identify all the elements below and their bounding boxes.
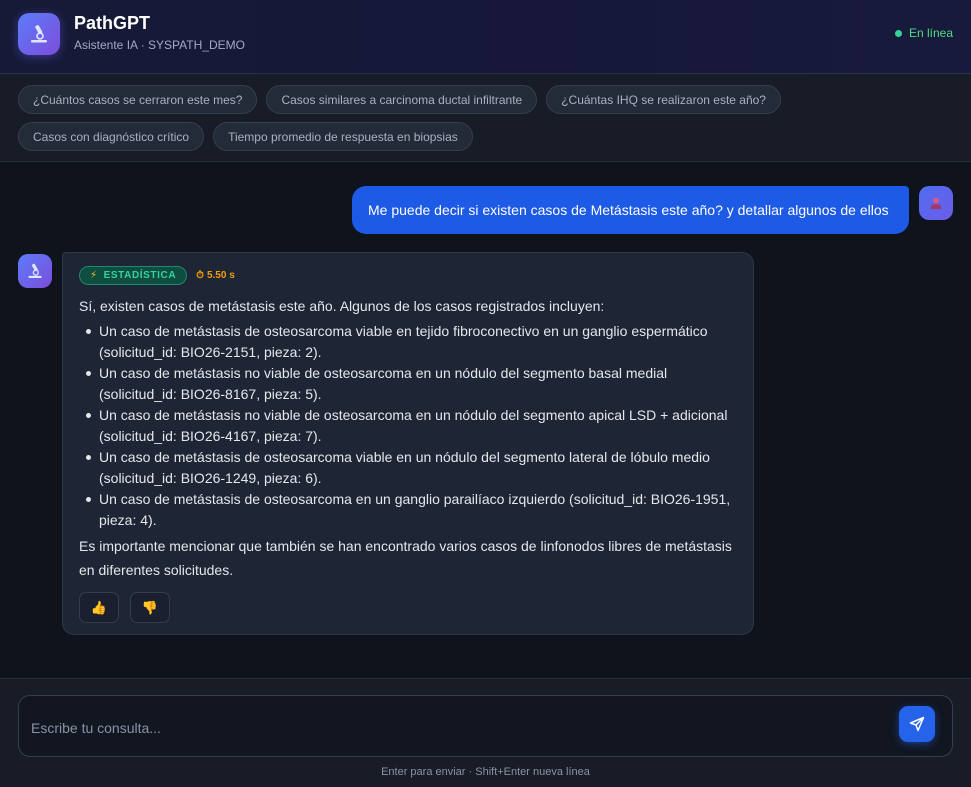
suggestion-chip[interactable]: Tiempo promedio de respuesta en biopsias <box>213 122 473 151</box>
user-icon <box>919 186 953 220</box>
send-button[interactable] <box>899 706 935 742</box>
query-input[interactable] <box>31 716 891 740</box>
case-list-item: Un caso de metástasis no viable de osteo… <box>79 405 737 447</box>
response-time: ⏱ 5.50 s <box>196 270 235 281</box>
message-meta: ⚡ ESTADÍSTICA ⏱ 5.50 s <box>79 266 737 285</box>
bot-outro: Es importante mencionar que también se h… <box>79 538 732 578</box>
user-message-row: Me puede decir si existen casos de Metás… <box>352 186 953 234</box>
case-list-item: Un caso de metástasis de osteosarcoma en… <box>79 489 737 531</box>
user-message-bubble: Me puede decir si existen casos de Metás… <box>352 186 909 234</box>
bot-avatar-microscope-icon <box>18 254 52 288</box>
status-label: En línea <box>908 26 953 40</box>
thumbs-down-icon: 👎 <box>141 599 159 615</box>
thumbs-up-icon: 👍 <box>90 599 108 615</box>
response-time-value: 5.50 s <box>206 270 235 281</box>
suggestions-row-2: Casos con diagnóstico crítico Tiempo pro… <box>18 122 953 151</box>
case-list-item: Un caso de metástasis de osteosarcoma vi… <box>79 321 737 363</box>
bot-intro: Sí, existen casos de metástasis este año… <box>79 298 605 314</box>
bot-message-text: Sí, existen casos de metástasis este año… <box>79 296 737 582</box>
lightning-icon: ⚡ <box>90 270 98 281</box>
app-title: PathGPT <box>74 13 151 33</box>
suggestion-chip[interactable]: ¿Cuántas IHQ se realizaron este año? <box>546 85 781 114</box>
suggestions-row-1: ¿Cuántos casos se cerraron este mes? Cas… <box>18 85 953 114</box>
suggestion-chip[interactable]: ¿Cuántos casos se cerraron este mes? <box>18 85 258 114</box>
suggestions-bar: ¿Cuántos casos se cerraron este mes? Cas… <box>0 74 971 162</box>
app-header: PathGPT Asistente IA · SYSPATH_DEMO En l… <box>0 0 971 74</box>
composer-hint: Enter para enviar · Shift+Enter nueva lí… <box>381 766 590 778</box>
status-dot-icon <box>894 29 902 37</box>
suggestion-chip[interactable]: Casos con diagnóstico crítico <box>18 122 205 151</box>
thumbs-up-button[interactable]: 👍 <box>79 592 119 623</box>
category-badge: ⚡ ESTADÍSTICA <box>79 266 188 285</box>
microscope-icon <box>18 13 60 55</box>
stopwatch-icon: ⏱ <box>196 270 204 281</box>
app-subtitle: Asistente IA · SYSPATH_DEMO <box>74 38 245 52</box>
category-badge-label: ESTADÍSTICA <box>103 270 177 281</box>
composer: Enter para enviar · Shift+Enter nueva lí… <box>0 678 971 787</box>
case-list: Un caso de metástasis de osteosarcoma vi… <box>79 321 737 531</box>
thumbs-down-button[interactable]: 👎 <box>130 592 170 623</box>
case-list-item: Un caso de metástasis no viable de osteo… <box>79 363 737 405</box>
feedback-buttons: 👍 👎 <box>79 592 737 623</box>
composer-box <box>18 695 953 757</box>
send-icon <box>909 716 925 732</box>
case-list-item: Un caso de metástasis de osteosarcoma vi… <box>79 447 737 489</box>
online-status: En línea <box>894 26 953 40</box>
suggestion-chip[interactable]: Casos similares a carcinoma ductal infil… <box>266 85 538 114</box>
bot-message-bubble: ⚡ ESTADÍSTICA ⏱ 5.50 s Sí, existen casos… <box>62 252 754 635</box>
